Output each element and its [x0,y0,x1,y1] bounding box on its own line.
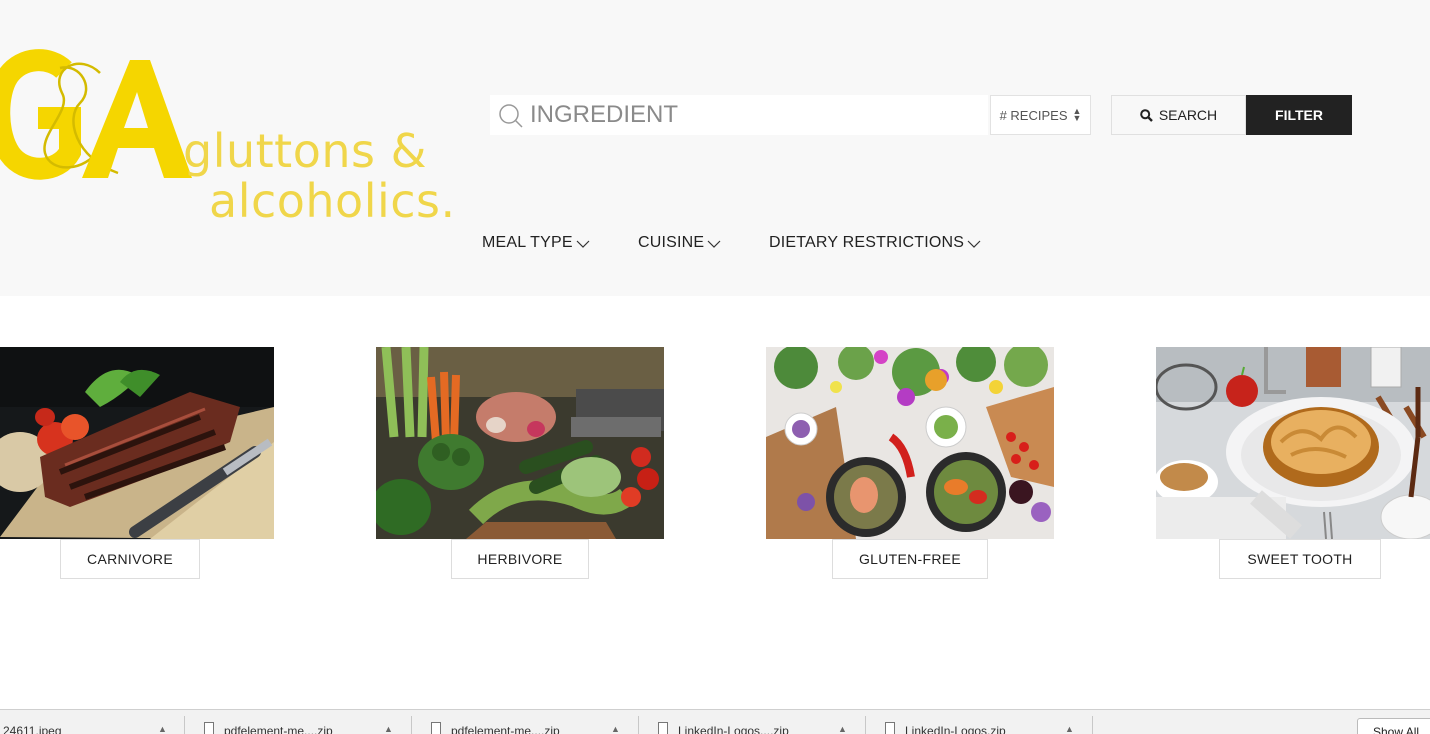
browser-downloads-bar: 24611.jpeg ▲ pdfelement-me....zip ▲ pdfe… [0,709,1430,734]
nav-dietary-restrictions[interactable]: DIETARY RESTRICTIONS [769,234,981,252]
download-item[interactable]: 24611.jpeg ▲ [3,710,183,734]
divider [638,716,639,734]
search-button[interactable]: SEARCH [1111,95,1246,135]
herbivore-label: HERBIVORE [477,551,563,567]
chevron-up-icon[interactable]: ▲ [838,724,847,734]
chevron-up-icon[interactable]: ▲ [158,724,167,734]
nav-meal-type[interactable]: MEAL TYPE [482,234,590,252]
ga-monogram-logo [0,49,192,180]
chevron-up-icon[interactable]: ▲ [611,724,620,734]
logo-wordmark: gluttons & alcoholics. [183,126,456,226]
show-all-downloads-button[interactable]: Show All [1357,718,1430,734]
download-item[interactable]: pdfelement-me....zip ▲ [431,710,636,734]
chevron-up-icon[interactable]: ▲ [384,724,393,734]
filter-button-label: FILTER [1275,107,1323,123]
download-item[interactable]: pdfelement-me....zip ▲ [204,710,409,734]
recipes-select-label: # RECIPES [999,107,1068,123]
gluten-free-button[interactable]: GLUTEN-FREE [832,539,988,579]
search-icon [1140,108,1153,122]
logo-line-1: gluttons & [183,124,427,178]
logo-line-2: alcoholics. [209,174,456,228]
site-header: gluttons & alcoholics. # RECIPES ▲▼ SEAR… [0,0,1430,296]
filter-button[interactable]: FILTER [1246,95,1352,135]
download-name: LinkedIn-Logos....zip [678,723,789,734]
search-button-label: SEARCH [1158,107,1218,123]
nav-cuisine[interactable]: CUISINE [638,234,721,252]
category-nav: MEAL TYPE CUISINE DIETARY RESTRICTIONS [0,234,1430,258]
herbivore-image[interactable] [376,347,664,539]
divider [184,716,185,734]
download-name: pdfelement-me....zip [224,723,333,734]
ingredient-input[interactable] [530,95,980,135]
file-icon [204,722,214,734]
file-icon [885,722,895,734]
divider [411,716,412,734]
gluten-free-image[interactable] [766,347,1054,539]
download-item[interactable]: LinkedIn-Logos.zip ▲ [885,710,1090,734]
updown-arrows-icon: ▲ ▼ [1072,106,1082,123]
download-name: LinkedIn-Logos.zip [905,723,1006,734]
download-item[interactable]: LinkedIn-Logos....zip ▲ [658,710,863,734]
carnivore-image[interactable] [0,347,274,539]
recipes-count-select[interactable]: # RECIPES ▲ ▼ [990,95,1091,135]
nav-meal-type-label: MEAL TYPE [482,234,573,251]
ingredient-search [490,95,988,135]
carnivore-button[interactable]: CARNIVORE [60,539,200,579]
divider [1092,716,1093,734]
download-name: pdfelement-me....zip [451,723,560,734]
gluten-free-label: GLUTEN-FREE [858,551,962,567]
sweet-tooth-label: SWEET TOOTH [1247,551,1353,567]
file-icon [658,722,668,734]
sweet-tooth-button[interactable]: SWEET TOOTH [1219,539,1381,579]
nav-dietary-label: DIETARY RESTRICTIONS [769,234,965,251]
divider [865,716,866,734]
page: gluttons & alcoholics. # RECIPES ▲▼ SEAR… [0,0,1430,734]
carnivore-label: CARNIVORE [87,551,173,567]
chevron-down-icon [707,240,721,248]
sweet-tooth-image[interactable] [1156,347,1430,539]
chevron-down-icon [967,240,981,248]
logo[interactable]: gluttons & alcoholics. [0,48,455,226]
nav-cuisine-label: CUISINE [638,234,705,251]
file-icon [431,722,441,734]
magnifier-icon [499,104,523,128]
chevron-up-icon[interactable]: ▲ [1065,724,1074,734]
download-name: 24611.jpeg [3,723,62,734]
chevron-down-icon [576,240,590,248]
herbivore-button[interactable]: HERBIVORE [451,539,589,579]
